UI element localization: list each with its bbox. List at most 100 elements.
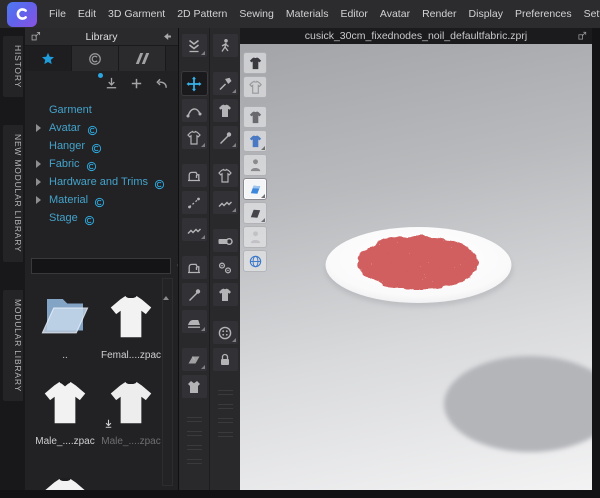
tool-import-export[interactable] (181, 34, 207, 57)
file-item-partial[interactable] (35, 455, 95, 490)
tree-item-material[interactable]: Material (25, 191, 178, 209)
tool-select-garment[interactable] (181, 126, 207, 149)
tool-edit-curvature[interactable] (181, 99, 207, 122)
menu-preferences[interactable]: Preferences (509, 8, 578, 20)
tree-label: Fabric (49, 158, 80, 170)
menu-display[interactable]: Display (463, 8, 509, 20)
side-tab-modular-library[interactable]: MODULAR LIBRARY (3, 289, 23, 401)
library-tab-favorites[interactable] (25, 46, 72, 71)
toggle-show-ghost-garment[interactable] (243, 76, 267, 98)
tool-edit-sewing[interactable] (181, 256, 207, 279)
undock-viewport-icon[interactable] (577, 31, 587, 41)
search-input[interactable] (31, 258, 171, 274)
tree-item-garment[interactable]: Garment (25, 101, 178, 119)
toggle-show-fabric-texture[interactable] (243, 178, 267, 200)
sewing-machine-icon (186, 168, 202, 184)
not-downloaded-icon (103, 418, 114, 429)
toggle-show-3d-garment[interactable] (243, 52, 267, 74)
tree-label: Garment (49, 104, 92, 116)
menu-avatar[interactable]: Avatar (374, 8, 416, 20)
tree-item-avatar[interactable]: Avatar (25, 119, 178, 137)
tool-avatar-walk[interactable] (212, 34, 238, 57)
file-label: Male_....zpac (101, 436, 161, 447)
side-tab-history[interactable]: HISTORY (3, 36, 23, 98)
download-asset-button[interactable] (98, 72, 119, 91)
tool-fitting[interactable] (181, 375, 207, 398)
expand-arrow-icon[interactable] (36, 178, 41, 186)
toggle-show-avatar[interactable] (243, 154, 267, 176)
side-tab-new-modular-library[interactable]: NEW MODULAR LIBRARY (3, 125, 23, 262)
tool-attach-buttons[interactable] (212, 256, 238, 279)
toggle-show-pinned-garment[interactable] (243, 106, 267, 128)
tree-item-hardware-and-trims[interactable]: Hardware and Trims (25, 173, 178, 191)
pin-panel-icon[interactable] (162, 31, 173, 42)
toggle-show-environment[interactable] (243, 250, 267, 272)
tree-item-hanger[interactable]: Hanger (25, 137, 178, 155)
file-item-male-garment-2-cloud[interactable]: Male_....zpac (101, 369, 161, 447)
star-favorites-icon (41, 52, 55, 66)
tool-button[interactable] (212, 321, 238, 344)
library-tab-clo-cloud[interactable] (72, 46, 119, 71)
menu-2d-pattern[interactable]: 2D Pattern (171, 8, 233, 20)
menu-3d-garment[interactable]: 3D Garment (102, 8, 171, 20)
toggle-show-body-sizing[interactable] (243, 226, 267, 248)
menu-materials[interactable]: Materials (280, 8, 335, 20)
tool-select-move[interactable] (181, 72, 207, 95)
file-item-male-garment-1[interactable]: Male_....zpac (35, 369, 95, 447)
toggle-show-mesh[interactable] (243, 202, 267, 224)
tool-shirt-sewing[interactable] (212, 126, 238, 149)
back-button[interactable] (154, 76, 169, 91)
expand-arrow-icon[interactable] (36, 196, 41, 204)
tool-pin[interactable] (181, 283, 207, 306)
app-logo[interactable] (7, 1, 37, 27)
tool-shirt-pin[interactable] (212, 99, 238, 122)
body-figure-icon (248, 230, 263, 245)
pin-icon (186, 287, 202, 303)
file-item-female-garment[interactable]: Femal....zpac (101, 283, 161, 361)
tool-segment-sewing[interactable] (181, 191, 207, 214)
tool-free-sewing[interactable] (181, 218, 207, 241)
scroll-up-arrow-icon[interactable] (163, 279, 169, 300)
undock-panel-icon[interactable] (30, 31, 41, 42)
add-folder-button[interactable] (129, 76, 144, 91)
clo-cloud-icon (88, 52, 102, 66)
menu-edit[interactable]: Edit (72, 8, 102, 20)
tool-steam-iron[interactable] (181, 310, 207, 333)
attach-buttons-icon (217, 260, 233, 276)
tool-fabric-roll[interactable] (212, 229, 238, 252)
library-panel-header: Library (25, 28, 178, 45)
tree-item-stage[interactable]: Stage (25, 209, 178, 227)
tool-select-pattern[interactable] (212, 164, 238, 187)
tree-label: Stage (49, 212, 78, 224)
tool-sewing-machine[interactable] (181, 164, 207, 187)
tool-buttonhole[interactable] (212, 348, 238, 371)
expand-arrow-icon[interactable] (36, 160, 41, 168)
garment-thumbnail-icon (45, 477, 85, 490)
file-grid-scrollbar[interactable] (162, 278, 173, 486)
fabric-roll-icon (217, 233, 233, 249)
tree-item-fabric[interactable]: Fabric (25, 155, 178, 173)
tool-fold-arrangement[interactable] (181, 348, 207, 371)
menu-sewing[interactable]: Sewing (233, 8, 279, 20)
menu-editor[interactable]: Editor (334, 8, 373, 20)
shirt-pin-icon (248, 110, 263, 125)
library-tab-assets[interactable] (119, 46, 166, 71)
menu-file[interactable]: File (43, 8, 72, 20)
viewport-3d-canvas[interactable] (240, 44, 592, 490)
toolbar-empty-slot (182, 427, 207, 439)
file-item-parent-folder[interactable]: .. (35, 283, 95, 361)
fold-arrangement-icon (186, 352, 202, 368)
tree-label: Hardware and Trims (49, 176, 149, 188)
blue-fabric-icon (250, 185, 260, 194)
tool-shirt-buttons[interactable] (212, 283, 238, 306)
clo-application-window: File Edit 3D Garment 2D Pattern Sewing M… (0, 0, 600, 498)
cloud-badge-icon (154, 177, 165, 188)
toggle-show-garment-style[interactable] (243, 130, 267, 152)
file-label: Male_....zpac (35, 436, 95, 447)
viewport-3d: cusick_30cm_fixednodes_noil_defaultfabri… (240, 28, 592, 490)
tool-edit-stitch[interactable] (212, 191, 238, 214)
tool-tack-on-avatar[interactable] (212, 72, 238, 95)
expand-arrow-icon[interactable] (36, 124, 41, 132)
menu-render[interactable]: Render (416, 8, 462, 20)
menu-settings-truncated[interactable]: Sett (578, 8, 600, 20)
